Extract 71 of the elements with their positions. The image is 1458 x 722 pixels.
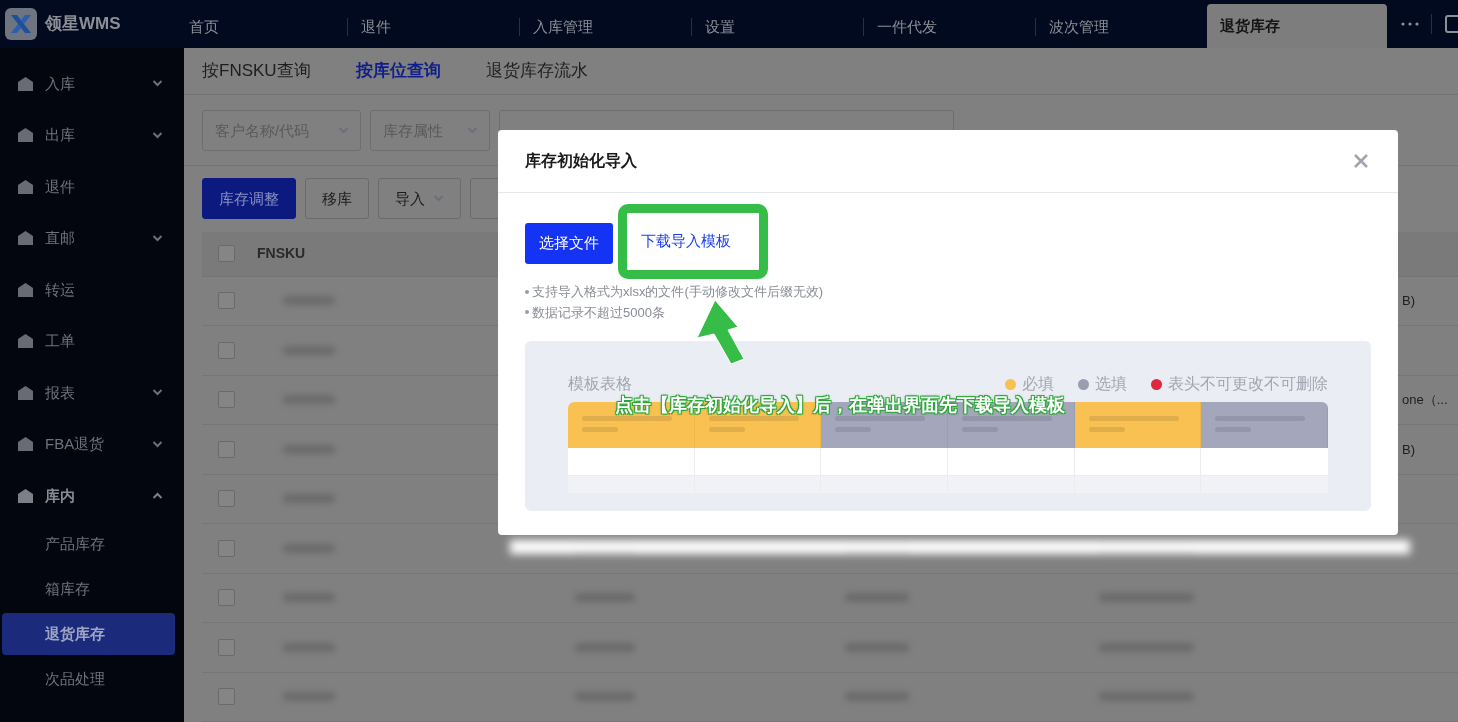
sidebar-item[interactable]: 退件 (45, 175, 163, 198)
legend-label: 必填 (1022, 374, 1054, 394)
chevron-icon (152, 80, 163, 88)
select-file-button[interactable]: 选择文件 (525, 223, 613, 264)
bullet-icon (525, 310, 529, 315)
template-title: 模板表格 (568, 374, 632, 394)
sidebar-item[interactable]: 报表 (45, 381, 152, 404)
menu-icon (17, 178, 34, 195)
sub-tab[interactable]: 按FNSKU查询 (202, 58, 311, 84)
menu-icon (17, 281, 34, 298)
chevron-icon (152, 492, 163, 500)
logo-icon (5, 8, 37, 40)
arrow-drawing (695, 298, 746, 366)
sidebar-item[interactable]: 入库 (45, 72, 152, 95)
row-checkbox[interactable] (218, 292, 235, 310)
column-header: FNSKU (257, 244, 306, 263)
chevron-icon (152, 131, 163, 139)
table-cell-text: B) (1402, 292, 1415, 310)
app-logo-text: 领星WMS (45, 13, 121, 36)
row-checkbox[interactable] (218, 440, 235, 458)
sidebar-item[interactable]: 库内 (45, 484, 152, 507)
legend-label: 表头不可更改不可删除 (1168, 374, 1328, 394)
sidebar-subitem[interactable]: 产品库存 (2, 523, 182, 565)
dialog-title: 库存初始化导入 (525, 151, 637, 171)
row-checkbox[interactable] (218, 688, 235, 706)
row-checkbox[interactable] (218, 341, 235, 359)
top-tab[interactable]: 入库管理 (520, 0, 691, 48)
select-all-checkbox[interactable] (218, 245, 235, 262)
sidebar-item[interactable]: FBA退货 (45, 433, 152, 456)
menu-icon (17, 127, 34, 144)
note-text: 数据记录不超过5000条 (532, 303, 665, 322)
table-cell-text: one（... (1402, 391, 1448, 409)
row-checkbox[interactable] (218, 490, 235, 508)
chevron-icon (152, 234, 163, 242)
sidebar-subitem[interactable]: 箱库存 (2, 568, 182, 610)
legend-label: 选填 (1095, 374, 1127, 394)
sub-tab[interactable]: 退货库存流水 (485, 58, 588, 84)
sidebar-item[interactable]: 工单 (45, 330, 163, 353)
row-checkbox[interactable] (218, 638, 235, 656)
top-tab[interactable]: 退件 (348, 0, 519, 48)
top-tab[interactable]: 首页 (176, 0, 347, 48)
toolbar-button[interactable]: 移库 (305, 178, 369, 220)
chevron-icon (152, 389, 163, 397)
toolbar-button[interactable]: 库存调整 (202, 178, 296, 220)
table-cell-text: B) (1402, 440, 1415, 459)
row-checkbox[interactable] (218, 589, 235, 607)
top-tab[interactable]: 退货库存 (1207, 4, 1387, 48)
sidebar-item[interactable]: 直邮 (45, 227, 152, 250)
sidebar-item[interactable]: 出库 (45, 124, 152, 147)
sidebar-item[interactable]: 转运 (45, 278, 163, 301)
menu-icon (17, 75, 34, 92)
sidebar-subitem[interactable]: 退货库存 (2, 613, 175, 655)
top-tab[interactable]: 波次管理 (1036, 0, 1207, 48)
toolbar-button[interactable]: 导入 (378, 178, 461, 220)
row-checkbox[interactable] (218, 539, 235, 557)
menu-icon (17, 230, 34, 247)
top-tab[interactable]: 一件代发 (864, 0, 1035, 48)
sub-tab[interactable]: 按库位查询 (355, 58, 441, 84)
note-text: 支持导入格式为xlsx的文件(手动修改文件后缀无效) (532, 283, 824, 301)
menu-icon (17, 487, 34, 504)
top-tab[interactable]: 设置 (692, 0, 863, 48)
close-icon[interactable] (1354, 154, 1368, 168)
download-template-link[interactable]: 下载导入模板 (641, 230, 731, 253)
more-icon[interactable] (1401, 22, 1419, 26)
bullet-icon (525, 289, 529, 294)
row-checkbox[interactable] (218, 391, 235, 409)
sidebar-subitem[interactable]: 次品处理 (2, 658, 182, 700)
menu-icon (17, 436, 34, 453)
menu-icon (17, 384, 34, 401)
chevron-icon (152, 440, 163, 448)
menu-icon (17, 333, 34, 350)
